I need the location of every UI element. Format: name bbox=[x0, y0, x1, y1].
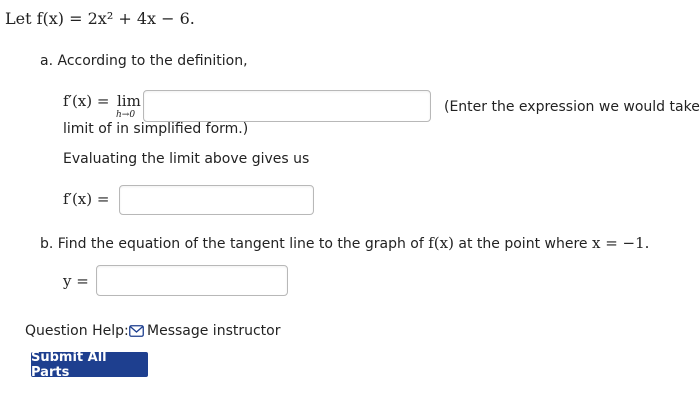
part-b-text-mid: at the point where bbox=[458, 236, 588, 252]
envelope-icon bbox=[129, 325, 144, 341]
part-a-prompt: a. According to the definition, bbox=[40, 53, 248, 69]
question-help: Question Help: bbox=[25, 323, 129, 339]
derivative-lhs-2: f′(x) = bbox=[63, 190, 110, 208]
part-a-text: According to the definition, bbox=[57, 53, 248, 69]
part-a-hint-cont: limit of in simplified form.) bbox=[63, 121, 249, 137]
part-b-condition: x = −1. bbox=[591, 234, 650, 252]
evaluate-text: Evaluating the limit above gives us bbox=[63, 151, 310, 167]
question-help-label: Question Help: bbox=[25, 323, 129, 339]
part-b-text: Find the equation of the tangent line to… bbox=[57, 236, 424, 252]
tangent-lhs: y = bbox=[63, 272, 89, 290]
tangent-line-input[interactable] bbox=[96, 265, 288, 296]
message-instructor-label: Message instructor bbox=[147, 323, 281, 339]
derivative-lhs: f′(x) = bbox=[63, 92, 110, 110]
derivative-input[interactable] bbox=[119, 185, 314, 215]
submit-all-parts-button[interactable]: Submit All Parts bbox=[31, 350, 148, 380]
difference-quotient-input[interactable] bbox=[143, 90, 431, 122]
part-b-prompt: b. Find the equation of the tangent line… bbox=[40, 234, 649, 252]
part-b-label: b. bbox=[40, 236, 54, 252]
intro-text: Let f(x) = 2x² + 4x − 6. bbox=[5, 9, 195, 28]
part-b-fx: f(x) bbox=[428, 234, 454, 252]
part-a-label: a. bbox=[40, 53, 54, 69]
limit-subscript: h→0 bbox=[116, 110, 136, 120]
part-a-hint: (Enter the expression we would take the bbox=[444, 99, 700, 115]
message-instructor-link[interactable]: Message instructor bbox=[129, 323, 281, 341]
problem-intro: Let f(x) = 2x² + 4x − 6. bbox=[5, 9, 195, 28]
limit-symbol: lim bbox=[117, 92, 141, 110]
